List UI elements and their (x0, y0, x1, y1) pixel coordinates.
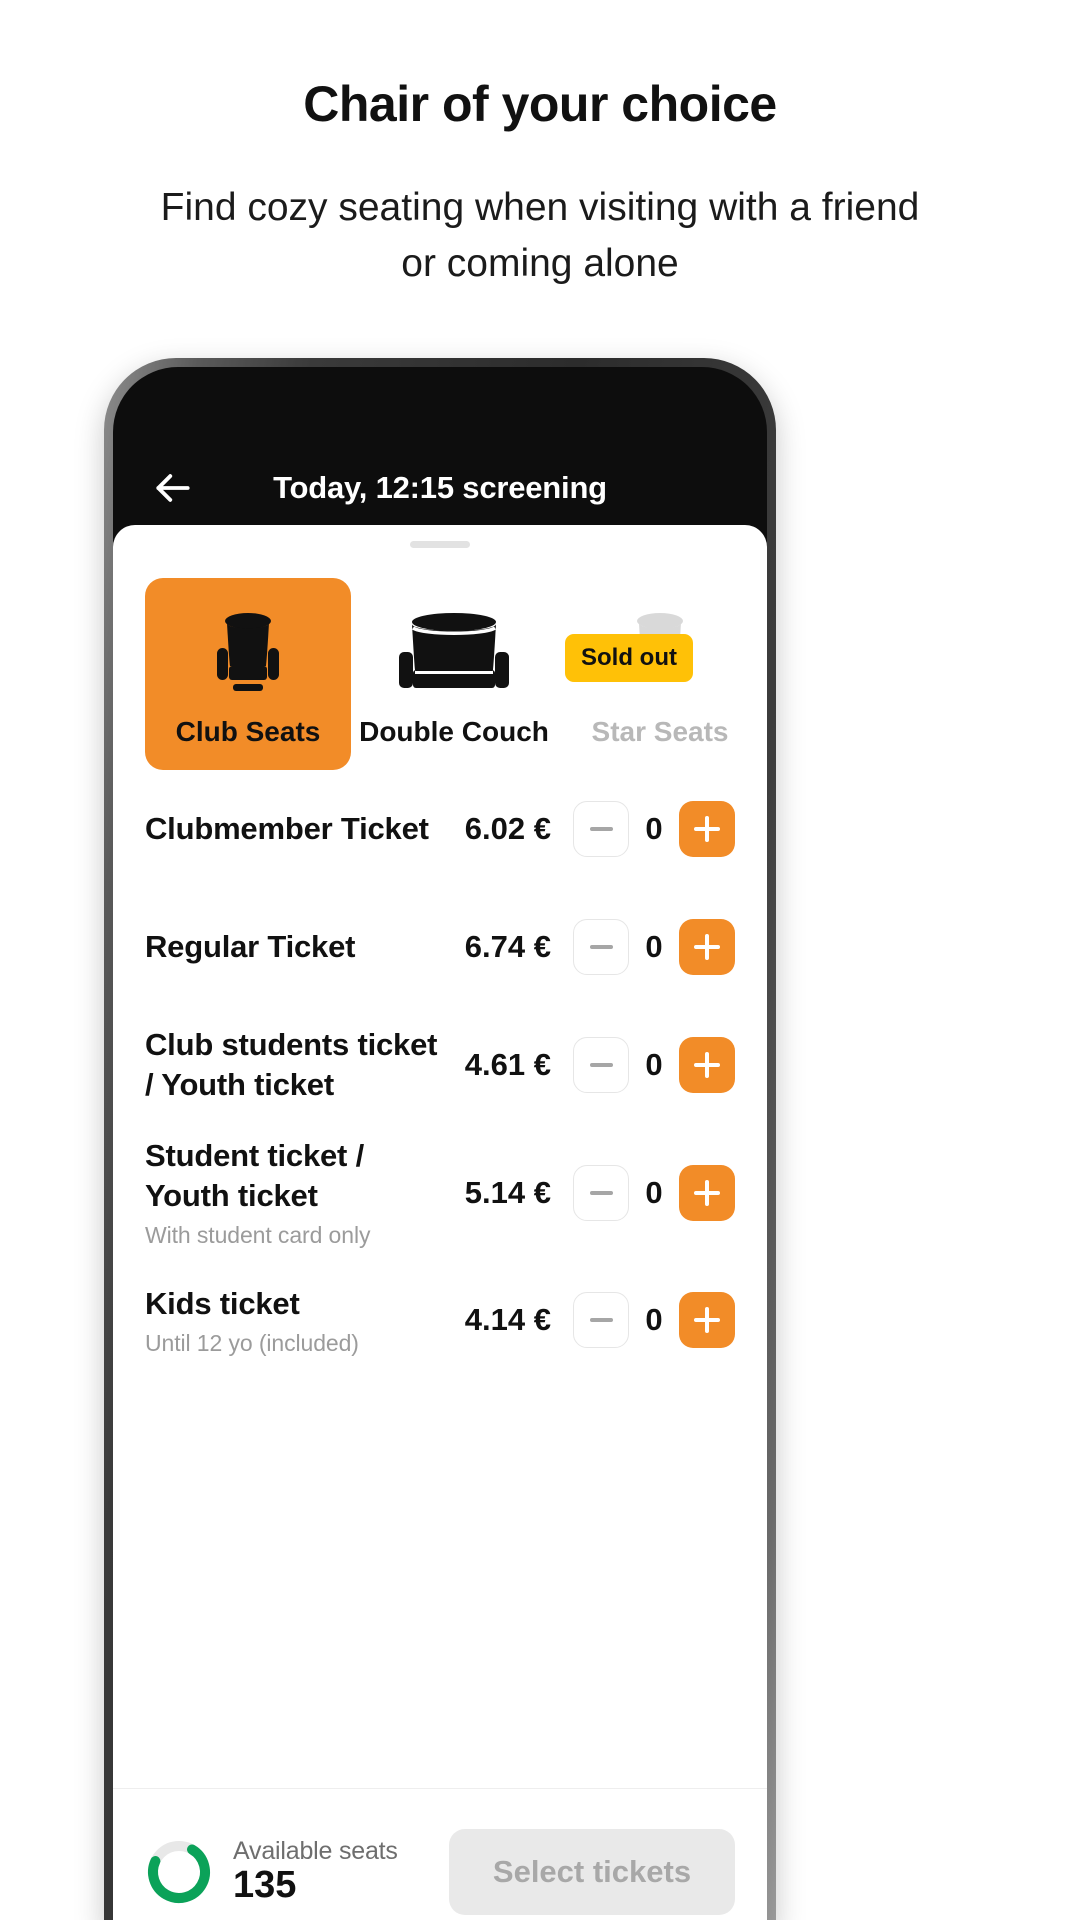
table-row: Student ticket / Youth ticket With stude… (145, 1124, 735, 1261)
phone-screen: Today, 12:15 screening Club Seats Double… (113, 367, 767, 1920)
quantity-stepper: 0 (573, 1164, 735, 1221)
ticket-count: 0 (645, 929, 663, 964)
ticket-price: 4.61 € (464, 1047, 551, 1082)
decrement-button[interactable] (573, 1037, 629, 1093)
select-tickets-button[interactable]: Select tickets (449, 1828, 735, 1915)
available-seats-label: Available seats (233, 1836, 398, 1865)
quantity-stepper: 0 (573, 919, 735, 975)
seat-tab-star-seats[interactable]: Sold out Star Seats (557, 578, 763, 770)
increment-button[interactable] (679, 1292, 735, 1349)
sheet-drag-handle[interactable] (410, 541, 470, 548)
page-title: Chair of your choice (303, 76, 777, 132)
ticket-price: 6.02 € (464, 811, 551, 846)
ticket-name: Regular Ticket (145, 929, 356, 965)
ticket-price: 4.14 € (464, 1302, 551, 1338)
app-navbar: Today, 12:15 screening (113, 449, 767, 527)
progress-ring-icon (145, 1838, 213, 1906)
ticket-name: Club students ticket / Youth ticket (145, 1027, 438, 1102)
decrement-button[interactable] (573, 801, 629, 857)
plus-icon-v (705, 1052, 709, 1078)
table-row: Club students ticket / Youth ticket 4.61… (145, 1006, 735, 1124)
available-seats-block: Available seats 135 (145, 1837, 398, 1907)
promo-screenshot: Chair of your choice Find cozy seating w… (0, 0, 1080, 1920)
ticket-info: Clubmember Ticket (145, 809, 465, 849)
minus-icon (589, 1318, 613, 1323)
ticket-count: 0 (645, 1302, 663, 1338)
status-badge-sold-out: Sold out (565, 634, 693, 682)
page-subtitle: Find cozy seating when visiting with a f… (160, 185, 920, 286)
ticket-count: 0 (645, 1047, 663, 1082)
ticket-note: Until 12 yo (included) (145, 1330, 359, 1357)
minus-icon (589, 1190, 613, 1195)
ticket-count: 0 (645, 1174, 663, 1210)
seat-tab-club-seats[interactable]: Club Seats (145, 578, 351, 770)
decrement-button[interactable] (573, 1164, 629, 1221)
ticket-name: Kids ticket (145, 1285, 300, 1321)
ticket-price: 6.74 € (464, 929, 551, 964)
plus-icon-v (705, 1307, 709, 1334)
decrement-button[interactable] (573, 1292, 629, 1349)
seat-tab-double-couch[interactable]: Double Couch (351, 578, 557, 770)
ticket-note: With student card only (145, 1222, 371, 1249)
plus-icon-v (705, 1179, 709, 1206)
quantity-stepper: 0 (573, 1292, 735, 1349)
seat-tab-label: Star Seats (591, 716, 729, 747)
ticket-list: Clubmember Ticket 6.02 € 0 Regular Ticke… (113, 770, 767, 1788)
ticket-count: 0 (645, 811, 663, 846)
minus-icon (589, 945, 613, 949)
plus-icon-v (705, 816, 709, 842)
phone-device-frame: Today, 12:15 screening Club Seats Double… (104, 358, 776, 1920)
ticket-price: 5.14 € (464, 1174, 551, 1210)
ticket-info: Club students ticket / Youth ticket (145, 1025, 465, 1104)
club-seat-icon (207, 608, 289, 696)
promo-header: Chair of your choice Find cozy seating w… (0, 0, 1080, 293)
seats-text: Available seats 135 (233, 1837, 398, 1907)
increment-button[interactable] (679, 1164, 735, 1221)
quantity-stepper: 0 (573, 1037, 735, 1093)
available-seats-count: 135 (233, 1863, 297, 1906)
table-row: Clubmember Ticket 6.02 € 0 (145, 770, 735, 888)
minus-icon (589, 1063, 613, 1067)
double-couch-icon (394, 608, 514, 696)
ticket-info: Kids ticket Until 12 yo (included) (145, 1284, 465, 1358)
ticket-name: Clubmember Ticket (145, 811, 429, 847)
increment-button[interactable] (679, 919, 735, 975)
sheet-footer: Available seats 135 Select tickets (113, 1788, 767, 1920)
increment-button[interactable] (679, 1037, 735, 1093)
quantity-stepper: 0 (573, 801, 735, 857)
decrement-button[interactable] (573, 919, 629, 975)
ticket-bottom-sheet: Club Seats Double Couch Sold out Star Se… (113, 525, 767, 1920)
minus-icon (589, 827, 613, 831)
ticket-name: Student ticket / Youth ticket (145, 1138, 364, 1213)
ticket-info: Student ticket / Youth ticket With stude… (145, 1136, 465, 1249)
seat-type-tabs: Club Seats Double Couch Sold out Star Se… (113, 548, 767, 770)
navbar-title: Today, 12:15 screening (273, 470, 607, 505)
ticket-info: Regular Ticket (145, 927, 465, 967)
table-row: Kids ticket Until 12 yo (included) 4.14 … (145, 1261, 735, 1379)
increment-button[interactable] (679, 801, 735, 857)
plus-icon-v (705, 934, 709, 960)
table-row: Regular Ticket 6.74 € 0 (145, 888, 735, 1006)
seat-tab-label: Double Couch (359, 716, 549, 747)
seat-tab-label: Club Seats (175, 716, 321, 747)
